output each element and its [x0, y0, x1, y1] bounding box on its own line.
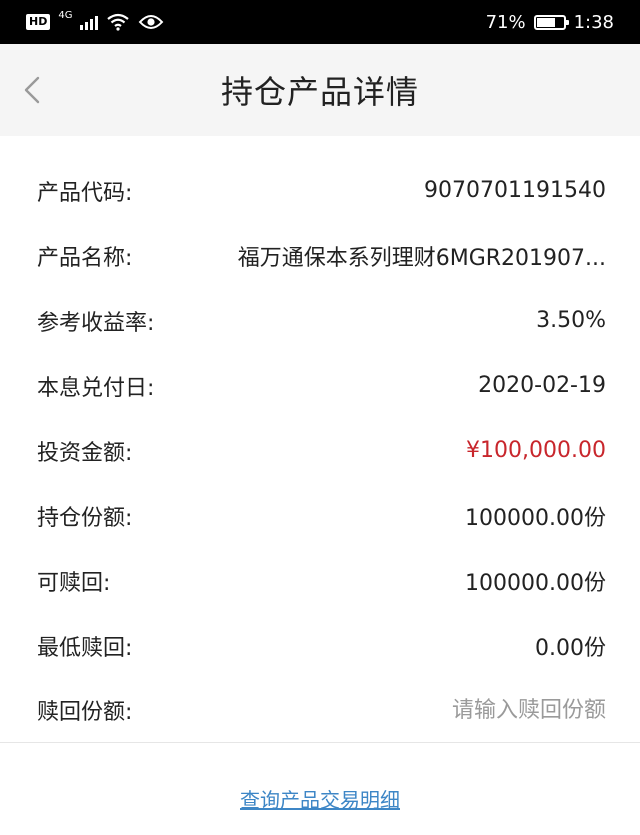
field-value: 0.00份	[535, 635, 606, 661]
hd-badge: HD	[26, 14, 51, 30]
eye-icon	[139, 15, 164, 29]
network-type: 4G	[58, 10, 73, 21]
wifi-icon	[107, 13, 130, 31]
clock: 1:38	[573, 11, 614, 33]
field-label: 最低赎回:	[37, 635, 133, 661]
field-value: 100000.00份	[465, 505, 606, 531]
battery-icon	[533, 14, 569, 30]
field-product-code: 产品代码: 9070701191540	[0, 158, 640, 223]
field-reference-yield: 参考收益率: 3.50%	[0, 288, 640, 353]
status-left: HD 4G	[26, 10, 164, 31]
field-redeemable: 可赎回: 100000.00份	[0, 548, 640, 613]
field-value: 福万通保本系列理财6MGR201907...	[237, 245, 606, 271]
status-bar: HD 4G 71% 1:38	[0, 0, 640, 44]
redeem-shares-label: 赎回份额:	[37, 700, 133, 725]
field-label: 本息兑付日:	[37, 375, 155, 401]
field-label: 可赎回:	[37, 570, 111, 596]
signal-icon	[80, 14, 99, 30]
footer-link-container: 查询产品交易明细	[0, 784, 640, 813]
redeem-shares-input[interactable]	[346, 697, 606, 723]
field-label: 持仓份额:	[37, 505, 133, 531]
field-value: 2020-02-19	[478, 373, 606, 398]
field-value: 9070701191540	[424, 178, 606, 203]
field-product-name: 产品名称: 福万通保本系列理财6MGR201907...	[0, 223, 640, 288]
battery-percent: 71%	[485, 11, 526, 33]
chevron-left-icon	[24, 76, 40, 104]
transaction-details-link[interactable]: 查询产品交易明细	[240, 788, 400, 812]
nav-bar: 持仓产品详情	[0, 44, 640, 136]
field-label: 产品代码:	[37, 180, 133, 206]
investment-amount-value: ¥100,000.00	[466, 438, 606, 463]
field-investment-amount: 投资金额: ¥100,000.00	[0, 418, 640, 483]
field-value: 100000.00份	[465, 570, 606, 596]
field-label: 产品名称:	[37, 245, 133, 271]
field-maturity-date: 本息兑付日: 2020-02-19	[0, 353, 640, 418]
status-right: 71% 1:38	[486, 12, 614, 33]
field-min-redemption: 最低赎回: 0.00份	[0, 613, 640, 678]
field-holding-shares: 持仓份额: 100000.00份	[0, 483, 640, 548]
redeem-shares-row: 赎回份额:	[0, 678, 640, 743]
field-label: 参考收益率:	[37, 310, 155, 336]
battery-level	[536, 17, 556, 27]
detail-list: 产品代码: 9070701191540 产品名称: 福万通保本系列理财6MGR2…	[0, 158, 640, 743]
field-value: 3.50%	[536, 308, 606, 333]
back-button[interactable]	[12, 66, 52, 114]
field-label: 投资金额:	[37, 440, 133, 466]
page-title: 持仓产品详情	[220, 73, 419, 111]
